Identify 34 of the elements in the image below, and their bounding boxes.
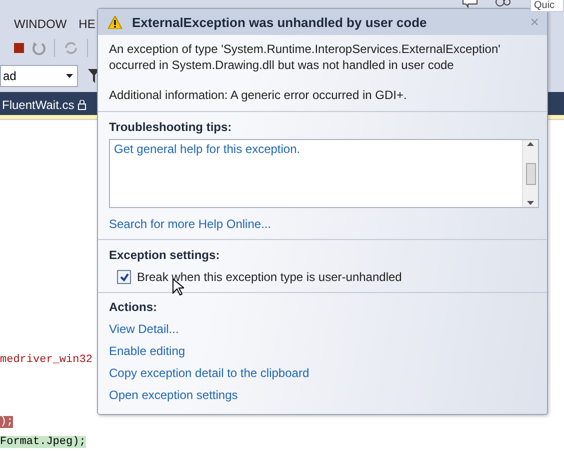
code-text: medriver_win32 — [0, 354, 92, 366]
exception-message: An exception of type 'System.Runtime.InteropServices.ExternalException' occurred in System.Drawing.dll but was not handled in user code — [109, 41, 502, 73]
checkbox[interactable] — [117, 270, 131, 284]
action-link[interactable]: Copy exception detail to the clipboard — [109, 366, 310, 380]
menu-item[interactable]: HE — [78, 17, 96, 32]
file-tab[interactable]: FluentWait.cs — [0, 94, 92, 116]
check-icon — [120, 272, 128, 282]
scroll-up-icon[interactable] — [527, 142, 534, 146]
break-checkbox[interactable]: Break when this exception type is user-unhandled — [117, 270, 402, 284]
action-link[interactable]: View Detail... — [109, 322, 179, 336]
section-heading: Actions: — [109, 300, 157, 314]
action-link[interactable]: Enable editing — [109, 344, 186, 358]
help-online-link[interactable]: Search for more Help Online... — [109, 217, 272, 231]
code-text: ); — [0, 416, 14, 428]
lock-icon — [78, 100, 86, 110]
code-text: Format.Jpeg); — [0, 436, 86, 448]
feedback-icon[interactable] — [495, 0, 511, 8]
chat-icon[interactable] — [462, 0, 478, 8]
scrollbar[interactable] — [522, 140, 538, 207]
stop-icon[interactable] — [14, 43, 24, 54]
section-heading: Exception settings: — [109, 248, 220, 262]
menu-item[interactable]: WINDOW — [14, 17, 67, 32]
section-heading: Troubleshooting tips: — [109, 120, 232, 134]
action-link[interactable]: Open exception settings — [109, 388, 238, 402]
caret-icon — [66, 74, 73, 78]
scroll-thumb[interactable] — [526, 162, 536, 184]
restart-icon[interactable] — [32, 41, 46, 56]
dialog-title: ExternalException was unhandled by user code — [132, 14, 428, 30]
scroll-down-icon[interactable] — [527, 201, 534, 205]
warning-icon — [108, 16, 122, 28]
config-dropdown[interactable]: ad — [0, 64, 78, 87]
tip-link[interactable]: Get general help for this exception. — [114, 142, 518, 156]
quick-launch-field[interactable]: Quic — [530, 0, 564, 12]
additional-info: Additional information: A generic error occurred in GDI+. — [109, 87, 407, 103]
